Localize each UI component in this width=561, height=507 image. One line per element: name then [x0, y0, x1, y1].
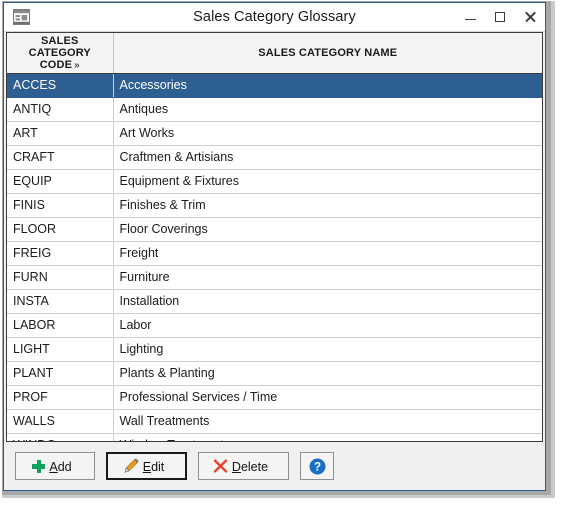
cell-code: ACCES: [7, 73, 114, 98]
table-row[interactable]: EQUIP Equipment & Fixtures: [7, 169, 542, 194]
cell-code: FURN: [7, 265, 114, 290]
add-button-label: Add: [49, 459, 72, 474]
help-button[interactable]: ?: [300, 452, 334, 480]
column-header-name[interactable]: SALES CATEGORY NAME: [113, 33, 542, 74]
cell-name: Wall Treatments: [113, 409, 542, 434]
cell-name: Lighting: [113, 337, 542, 362]
cell-name: Window Treatments: [113, 433, 542, 441]
sales-category-glossary-window: Sales Category Glossary SALES CATEGORY C…: [3, 2, 546, 491]
cell-code: CRAFT: [7, 145, 114, 170]
window-controls: [455, 3, 545, 31]
column-header-name-label: SALES CATEGORY NAME: [258, 47, 398, 59]
sales-category-table: SALES CATEGORY CODE» SALES CATEGORY NAME…: [7, 33, 542, 441]
delete-button-label: Delete: [231, 459, 269, 474]
cell-name: Art Works: [113, 121, 542, 146]
cell-code: FREIG: [7, 241, 114, 266]
table-row[interactable]: FURN Furniture: [7, 265, 542, 290]
table-row[interactable]: FINIS Finishes & Trim: [7, 193, 542, 218]
minimize-icon: [464, 19, 476, 20]
cell-name: Craftmen & Artisians: [113, 145, 542, 170]
cell-name: Plants & Planting: [113, 361, 542, 386]
cell-code: FLOOR: [7, 217, 114, 242]
table-row[interactable]: ART Art Works: [7, 121, 542, 146]
cell-code: PROF: [7, 385, 114, 410]
maximize-icon: [495, 12, 505, 22]
cell-code: LABOR: [7, 313, 114, 338]
delete-button[interactable]: Delete: [198, 452, 289, 480]
table-header: SALES CATEGORY CODE» SALES CATEGORY NAME: [7, 33, 542, 74]
cell-name: Floor Coverings: [113, 217, 542, 242]
form-window-icon: [12, 8, 31, 26]
x-icon: [213, 458, 228, 473]
cell-code: EQUIP: [7, 169, 114, 194]
table-row[interactable]: WALLS Wall Treatments: [7, 409, 542, 434]
cell-code: PLANT: [7, 361, 114, 386]
table-row[interactable]: ACCES Accessories: [7, 73, 542, 98]
table-row[interactable]: PROF Professional Services / Time: [7, 385, 542, 410]
cell-name: Professional Services / Time: [113, 385, 542, 410]
table-row[interactable]: ANTIQ Antiques: [7, 97, 542, 122]
minimize-button[interactable]: [455, 3, 485, 31]
cell-name: Labor: [113, 313, 542, 338]
cell-name: Antiques: [113, 97, 542, 122]
action-button-bar: Add Edit Delete ?: [4, 442, 545, 490]
cell-code: WINDO: [7, 433, 114, 441]
cell-code: INSTA: [7, 289, 114, 314]
table-row[interactable]: INSTA Installation: [7, 289, 542, 314]
table-row[interactable]: LIGHT Lighting: [7, 337, 542, 362]
table-row[interactable]: CRAFT Craftmen & Artisians: [7, 145, 542, 170]
table-row[interactable]: WINDOWindow Treatments: [7, 433, 542, 441]
cell-name: Equipment & Fixtures: [113, 169, 542, 194]
cell-code: ANTIQ: [7, 97, 114, 122]
cell-name: Freight: [113, 241, 542, 266]
table-row[interactable]: PLANT Plants & Planting: [7, 361, 542, 386]
table-row[interactable]: LABOR Labor: [7, 313, 542, 338]
cell-name: Furniture: [113, 265, 542, 290]
column-header-code-label: SALES CATEGORY CODE: [28, 35, 91, 71]
add-button[interactable]: Add: [15, 452, 95, 480]
sort-ascending-icon: »: [74, 60, 80, 71]
edit-button[interactable]: Edit: [106, 452, 187, 480]
close-icon: [524, 11, 536, 23]
sales-category-grid[interactable]: SALES CATEGORY CODE» SALES CATEGORY NAME…: [6, 32, 543, 442]
svg-text:?: ?: [313, 461, 320, 473]
cell-name: Accessories: [113, 73, 542, 98]
column-header-code[interactable]: SALES CATEGORY CODE»: [7, 33, 114, 74]
maximize-button[interactable]: [485, 3, 515, 31]
cell-name: Finishes & Trim: [113, 193, 542, 218]
table-row[interactable]: FREIG Freight: [7, 241, 542, 266]
screen-root: Sales Category Glossary SALES CATEGORY C…: [0, 0, 561, 507]
cell-code: WALLS: [7, 409, 114, 434]
pencil-icon: [124, 458, 139, 473]
table-row[interactable]: FLOOR Floor Coverings: [7, 217, 542, 242]
close-button[interactable]: [515, 3, 545, 31]
header-row: SALES CATEGORY CODE» SALES CATEGORY NAME: [7, 33, 542, 74]
plus-icon: [32, 459, 46, 473]
question-mark-icon: ?: [309, 458, 325, 474]
cell-code: FINIS: [7, 193, 114, 218]
cell-code: LIGHT: [7, 337, 114, 362]
table-body: ACCES Accessories ANTIQ Antiques ART Art Work…: [7, 73, 542, 441]
cell-name: Installation: [113, 289, 542, 314]
edit-button-label: Edit: [142, 459, 165, 474]
title-bar[interactable]: Sales Category Glossary: [4, 3, 545, 32]
cell-code: ART: [7, 121, 114, 146]
